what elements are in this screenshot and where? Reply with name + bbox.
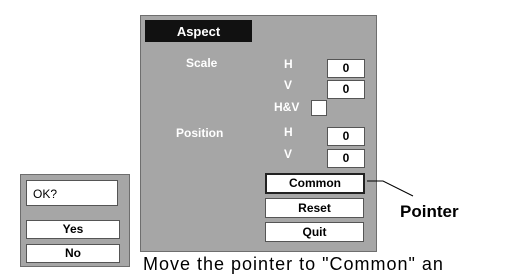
- hv-label: H&V: [274, 100, 300, 114]
- menu-title: Aspect: [145, 20, 252, 42]
- scale-v-value[interactable]: 0: [327, 80, 365, 99]
- scale-label: Scale: [186, 56, 218, 70]
- quit-button[interactable]: Quit: [265, 222, 364, 242]
- confirm-title: OK?: [26, 180, 118, 206]
- scale-v-label: V: [284, 78, 293, 92]
- aspect-menu: Aspect Scale H 0 V 0 H&V Position H 0 V …: [140, 15, 377, 252]
- position-h-label: H: [284, 125, 293, 139]
- position-v-value[interactable]: 0: [327, 149, 365, 168]
- position-v-label: V: [284, 147, 293, 161]
- scale-h-value[interactable]: 0: [327, 59, 365, 78]
- position-h-value[interactable]: 0: [327, 127, 365, 146]
- confirm-dialog: OK? Yes No: [20, 174, 130, 267]
- yes-button[interactable]: Yes: [26, 220, 120, 239]
- no-button[interactable]: No: [26, 244, 120, 263]
- scale-h-label: H: [284, 57, 293, 71]
- reset-button[interactable]: Reset: [265, 198, 364, 218]
- position-label: Position: [176, 126, 224, 140]
- common-button[interactable]: Common: [265, 173, 365, 194]
- pointer-label: Pointer: [400, 202, 459, 221]
- instruction-text: Move the pointer to "Common" an: [143, 254, 444, 274]
- hv-checkbox[interactable]: [311, 100, 327, 116]
